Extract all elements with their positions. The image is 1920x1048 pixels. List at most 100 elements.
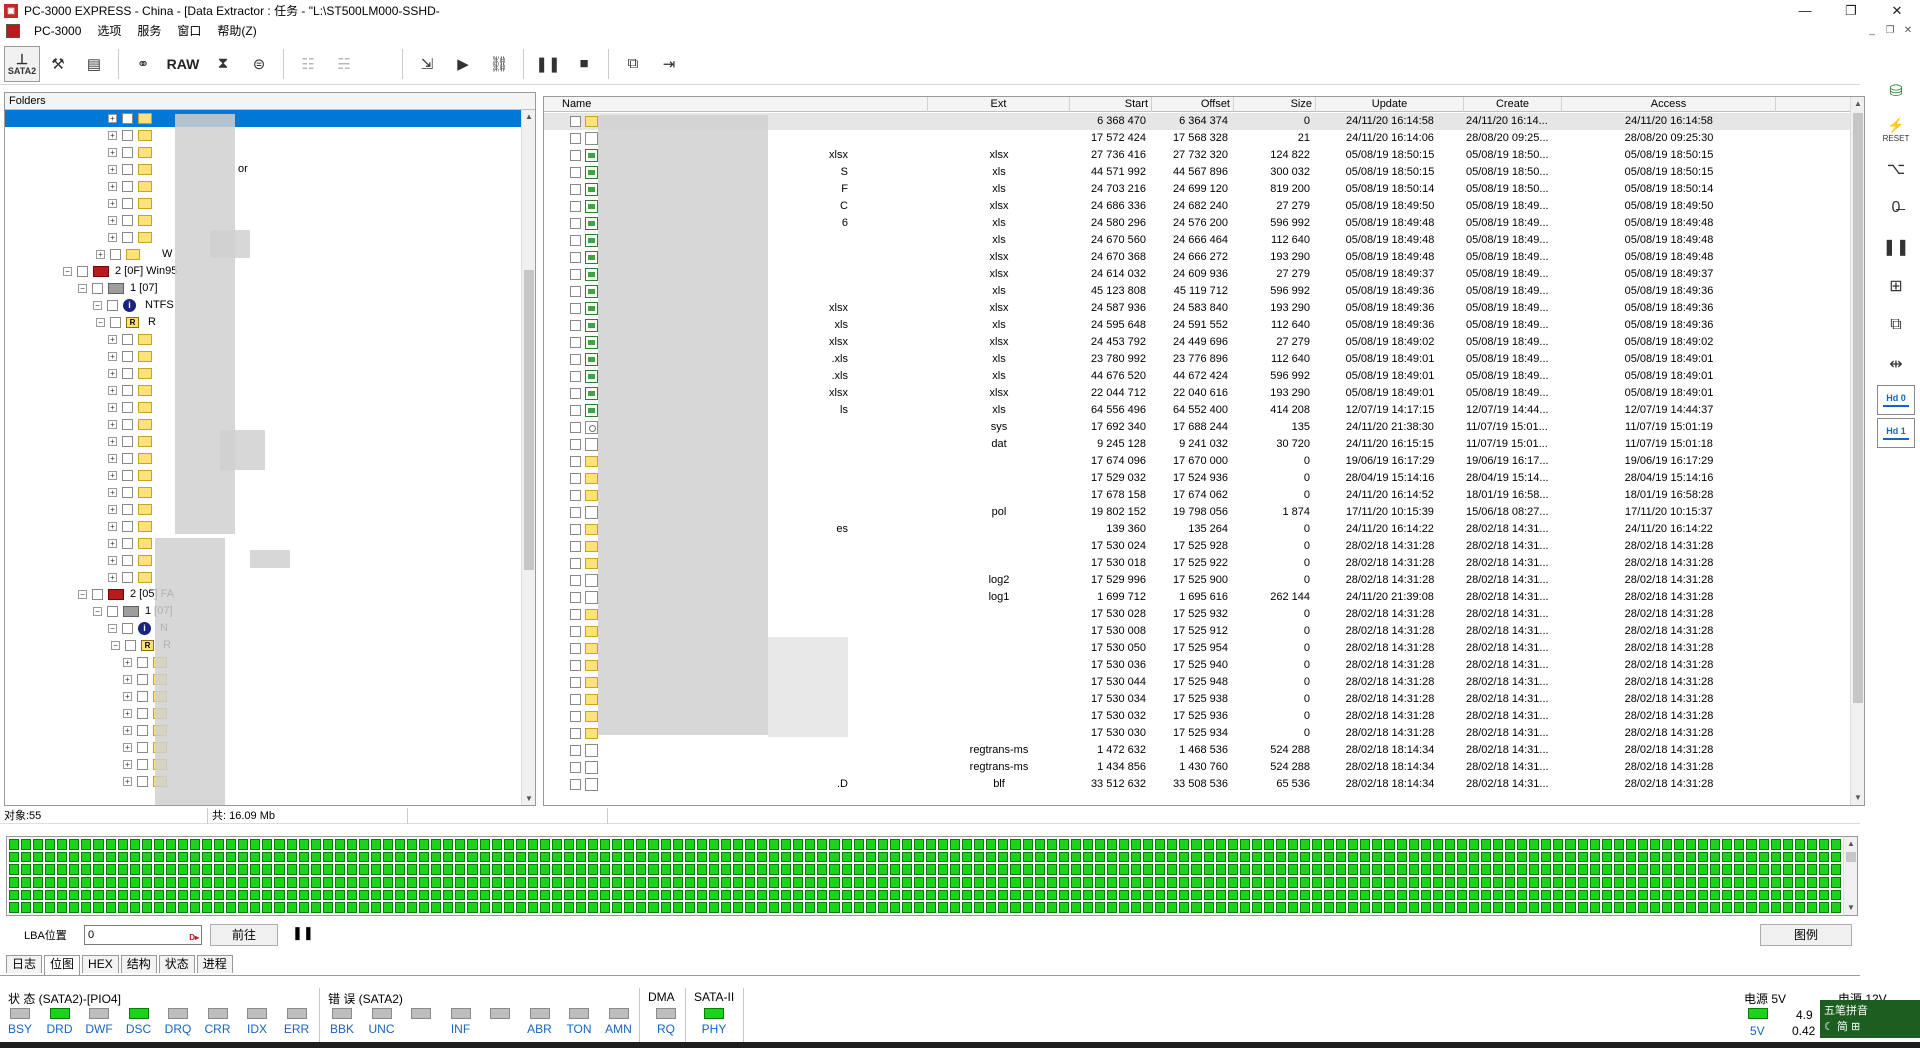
- tree-checkbox[interactable]: [137, 691, 148, 702]
- tree-checkbox[interactable]: [122, 368, 133, 379]
- tree-checkbox[interactable]: [122, 232, 133, 243]
- tree-node[interactable]: +: [5, 399, 535, 416]
- tree-node[interactable]: +: [5, 382, 535, 399]
- document-icon[interactable]: [6, 24, 20, 38]
- row-checkbox[interactable]: [570, 507, 581, 518]
- row-checkbox[interactable]: [570, 762, 581, 773]
- tree-node[interactable]: +: [5, 450, 535, 467]
- tree-node[interactable]: +: [5, 484, 535, 501]
- expand-icon[interactable]: +: [123, 658, 132, 667]
- tree-checkbox[interactable]: [137, 674, 148, 685]
- collapse-icon[interactable]: −: [78, 590, 87, 599]
- col-access[interactable]: Access: [1562, 97, 1776, 112]
- tree-node[interactable]: +: [5, 739, 535, 756]
- tab-log[interactable]: 日志: [6, 955, 43, 973]
- tree-checkbox[interactable]: [110, 317, 121, 328]
- tools-button[interactable]: ⚒: [40, 46, 76, 82]
- map-scrollbar[interactable]: ▲ ▼: [1843, 837, 1857, 915]
- row-checkbox[interactable]: [570, 745, 581, 756]
- tree-node[interactable]: +: [5, 518, 535, 535]
- expand-icon[interactable]: +: [108, 573, 117, 582]
- map-pause-button[interactable]: ❚❚: [292, 925, 314, 941]
- tree-node[interactable]: +: [5, 229, 535, 246]
- expand-icon[interactable]: +: [108, 420, 117, 429]
- row-checkbox[interactable]: [570, 575, 581, 586]
- row-checkbox[interactable]: [570, 677, 581, 688]
- folders-scrollbar[interactable]: ▲ ▼: [521, 110, 535, 805]
- files-scrollbar[interactable]: ▲ ▼: [1850, 97, 1864, 805]
- expand-icon[interactable]: +: [108, 114, 117, 123]
- row-checkbox[interactable]: [570, 133, 581, 144]
- col-ext[interactable]: Ext: [928, 97, 1070, 112]
- tree-node[interactable]: +: [5, 569, 535, 586]
- expand-icon[interactable]: +: [108, 471, 117, 480]
- row-checkbox[interactable]: [570, 422, 581, 433]
- tree-checkbox[interactable]: [122, 164, 133, 175]
- tree-node[interactable]: +: [5, 195, 535, 212]
- expand-icon[interactable]: +: [108, 352, 117, 361]
- decimal-mode-icon[interactable]: D▸: [189, 929, 199, 947]
- tree-node[interactable]: +: [5, 773, 535, 790]
- exit-button[interactable]: ⇥: [651, 46, 687, 82]
- folder-tree[interactable]: + + + + or + + + + + W −2 [0F] Win95−1 [07] − i NTFS − R…: [5, 110, 535, 805]
- tree-checkbox[interactable]: [122, 215, 133, 226]
- mdi-close-button[interactable]: ✕: [1900, 23, 1916, 37]
- row-checkbox[interactable]: [570, 269, 581, 280]
- scrollbar-thumb[interactable]: [524, 270, 534, 570]
- tree-checkbox[interactable]: [137, 725, 148, 736]
- tree-checkbox[interactable]: [122, 113, 133, 124]
- expand-icon[interactable]: +: [108, 454, 117, 463]
- expand-icon[interactable]: +: [108, 216, 117, 225]
- tree-checkbox[interactable]: [107, 300, 118, 311]
- expand-icon[interactable]: +: [108, 403, 117, 412]
- tab-structure[interactable]: 结构: [120, 955, 157, 973]
- col-update[interactable]: Update: [1316, 97, 1464, 112]
- tree-node[interactable]: − i NTFS: [5, 297, 535, 314]
- tree-node[interactable]: +: [5, 705, 535, 722]
- tree-checkbox[interactable]: [137, 657, 148, 668]
- tree-node[interactable]: −RR: [5, 637, 535, 654]
- scroll-up-arrow-icon[interactable]: ▲: [522, 110, 535, 124]
- expand-icon[interactable]: +: [108, 488, 117, 497]
- row-checkbox[interactable]: [570, 439, 581, 450]
- expand-icon[interactable]: +: [108, 369, 117, 378]
- row-checkbox[interactable]: [570, 473, 581, 484]
- search-button[interactable]: ⚭: [125, 46, 161, 82]
- tree-checkbox[interactable]: [110, 249, 121, 260]
- menu-window[interactable]: 窗口: [169, 21, 209, 41]
- tree-node[interactable]: +: [5, 671, 535, 688]
- tree-checkbox[interactable]: [125, 640, 136, 651]
- lba-input[interactable]: 0 D▸: [84, 925, 202, 945]
- row-checkbox[interactable]: [570, 337, 581, 348]
- row-checkbox[interactable]: [570, 405, 581, 416]
- collapse-icon[interactable]: −: [96, 318, 105, 327]
- row-checkbox[interactable]: [570, 694, 581, 705]
- reset-button[interactable]: ⚡ RESET: [1878, 112, 1914, 148]
- tree-checkbox[interactable]: [107, 606, 118, 617]
- expand-icon[interactable]: +: [108, 522, 117, 531]
- menu-service[interactable]: 服务: [129, 21, 169, 41]
- tree-checkbox[interactable]: [122, 402, 133, 413]
- row-checkbox[interactable]: [570, 354, 581, 365]
- expand-icon[interactable]: +: [108, 505, 117, 514]
- row-checkbox[interactable]: [570, 201, 581, 212]
- expand-icon[interactable]: +: [123, 709, 132, 718]
- tree-node[interactable]: −RR: [5, 314, 535, 331]
- tree-checkbox[interactable]: [92, 283, 103, 294]
- tree-node[interactable]: +: [5, 110, 535, 127]
- collapse-icon[interactable]: −: [63, 267, 72, 276]
- tree-node[interactable]: + or: [5, 161, 535, 178]
- hd0-button[interactable]: Hd 0: [1877, 385, 1915, 415]
- expand-icon[interactable]: +: [108, 182, 117, 191]
- tree-checkbox[interactable]: [77, 266, 88, 277]
- scroll-down-arrow-icon[interactable]: ▼: [522, 792, 535, 805]
- probe-button[interactable]: ⌥: [1878, 151, 1914, 187]
- tree-checkbox[interactable]: [122, 487, 133, 498]
- col-create[interactable]: Create: [1464, 97, 1562, 112]
- tree-checkbox[interactable]: [122, 555, 133, 566]
- sector-map[interactable]: ▲ ▼: [6, 836, 1858, 916]
- tree-checkbox[interactable]: [122, 436, 133, 447]
- tree-node[interactable]: −2 [05] FA: [5, 586, 535, 603]
- close-button[interactable]: ✕: [1874, 0, 1920, 21]
- expand-icon[interactable]: +: [108, 539, 117, 548]
